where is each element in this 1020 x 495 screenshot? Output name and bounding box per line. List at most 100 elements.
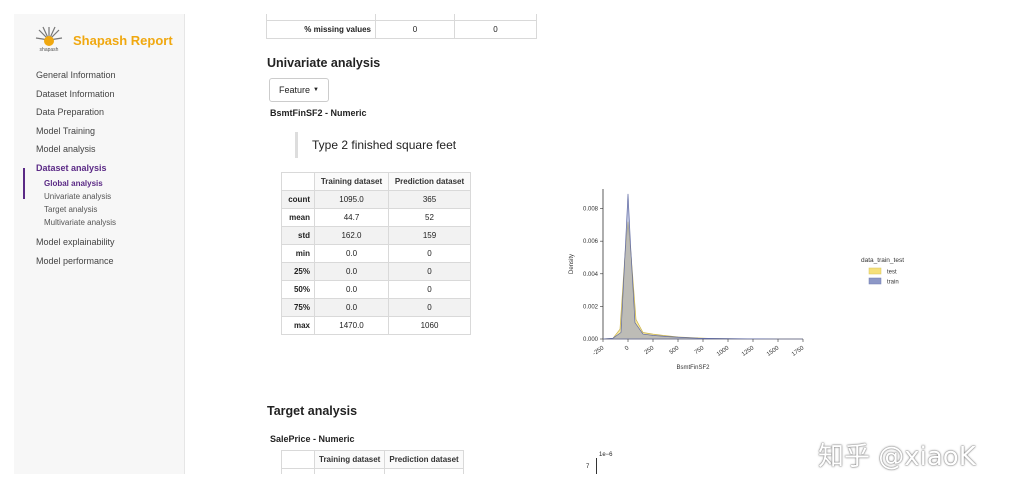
x-tick-label: 750 <box>694 345 706 356</box>
caret-down-icon: ▼ <box>313 87 319 93</box>
target-title: SalePrice - Numeric <box>270 434 355 444</box>
row-test-value: 0 <box>388 280 471 299</box>
sidebar-nav: General Information Dataset Information … <box>36 66 116 270</box>
feature-title: BsmtFinSF2 - Numeric <box>270 108 367 118</box>
legend-title: data_train_test <box>861 257 904 264</box>
chart-legend: data_train_test test train <box>861 257 904 286</box>
table-corner <box>281 450 315 469</box>
col-training: Training dataset <box>314 172 389 191</box>
row-stat-label: count <box>281 190 315 209</box>
target-chart-axis <box>596 458 597 474</box>
row-train-value: 0.0 <box>314 298 389 317</box>
x-tick-label: 1750 <box>791 345 806 358</box>
legend-swatch-train <box>868 277 882 285</box>
missing-values-test: 0 <box>454 20 537 39</box>
row-stat-label: 25% <box>281 262 315 281</box>
nav-model-training[interactable]: Model Training <box>36 122 116 141</box>
table-row: 50% 0.0 0 <box>281 280 471 299</box>
y-tick-label: 0.004 <box>583 272 599 278</box>
logo[interactable]: shapash Shapash Report <box>33 24 173 56</box>
x-tick-label: 1250 <box>741 345 756 358</box>
row-train-value: 1470.0 <box>314 316 389 335</box>
nav-dataset-analysis[interactable]: Dataset analysis <box>36 159 116 178</box>
y-tick-label: 0.000 <box>583 337 599 343</box>
feature-description: Type 2 finished square feet <box>295 132 456 158</box>
shapash-logo-icon: shapash <box>33 24 65 56</box>
x-tick-label: 1000 <box>716 345 731 358</box>
sidebar: shapash Shapash Report General Informati… <box>14 14 184 474</box>
legend-swatch-test <box>868 267 882 275</box>
x-tick-label: 250 <box>644 345 656 356</box>
univariate-stats-table: Training dataset Prediction dataset coun… <box>281 172 471 335</box>
y-tick-label: 0.002 <box>583 304 599 310</box>
table-row: max 1470.0 1060 <box>281 316 471 335</box>
report-window: shapash Shapash Report General Informati… <box>14 14 995 474</box>
logo-text: Shapash Report <box>73 32 173 48</box>
col-prediction: Prediction dataset <box>388 172 471 191</box>
row-train-value: 0.0 <box>314 280 389 299</box>
series-train <box>602 193 803 340</box>
missing-values-table: % missing values 0 0 <box>266 14 537 39</box>
missing-values-label: % missing values <box>266 20 376 39</box>
logo-small-text: shapash <box>40 47 59 53</box>
watermark: 知乎 @xiaoK <box>818 442 976 472</box>
legend-label-test: test <box>887 270 897 276</box>
target-col-prediction: Prediction dataset <box>384 450 464 469</box>
nav-model-performance[interactable]: Model performance <box>36 252 116 271</box>
row-train-value: 44.7 <box>314 208 389 227</box>
x-axis-label: BsmtFinSF2 <box>676 365 710 371</box>
row-test-value: 1060 <box>388 316 471 335</box>
row-test-value: 0 <box>388 298 471 317</box>
x-tick-label: 0 <box>624 345 631 352</box>
table-row: min 0.0 0 <box>281 244 471 263</box>
row-train-value: 162.0 <box>314 226 389 245</box>
distribution-chart: 0.000 0.002 0.004 0.006 0.008 -250 0 250 500 750 1… <box>569 189 806 371</box>
row-train-value: 1095.0 <box>314 190 389 209</box>
feature-dropdown-button[interactable]: Feature ▼ <box>269 78 329 102</box>
x-tick-label: 500 <box>669 345 681 356</box>
main-content: % missing values 0 0 Univariate analysis… <box>184 14 995 474</box>
row-stat-label: 50% <box>281 280 315 299</box>
nav-data-preparation[interactable]: Data Preparation <box>36 103 116 122</box>
nav-model-analysis[interactable]: Model analysis <box>36 140 116 159</box>
y-tick-label: 0.006 <box>583 239 599 245</box>
target-chart-tick: 7 <box>586 464 590 470</box>
row-train-value: 0.0 <box>314 244 389 263</box>
row-stat-label: 75% <box>281 298 315 317</box>
active-indicator <box>23 168 25 199</box>
y-axis-label: Density <box>569 254 575 274</box>
univariate-heading: Univariate analysis <box>267 56 381 70</box>
target-col-training: Training dataset <box>313 450 386 469</box>
table-corner <box>281 172 315 191</box>
row-train-value: 0.0 <box>314 262 389 281</box>
table-row: 75% 0.0 0 <box>281 298 471 317</box>
nav-multivariate-analysis[interactable]: Multivariate analysis <box>36 216 116 229</box>
table-row: mean 44.7 52 <box>281 208 471 227</box>
target-heading: Target analysis <box>267 404 358 418</box>
row-stat-label: min <box>281 244 315 263</box>
nav-dataset-information[interactable]: Dataset Information <box>36 85 116 104</box>
row-stat-label: max <box>281 316 315 335</box>
row-stat-label: mean <box>281 208 315 227</box>
legend-label-train: train <box>887 280 899 286</box>
target-stats-table: Training dataset Prediction dataset <box>281 450 464 474</box>
nav-general-information[interactable]: General Information <box>36 66 116 85</box>
feature-button-label: Feature <box>279 85 311 95</box>
x-tick-label: -250 <box>592 345 606 357</box>
y-tick-label: 0.008 <box>583 207 599 213</box>
row-test-value: 52 <box>388 208 471 227</box>
table-row: count 1095.0 365 <box>281 190 471 209</box>
nav-global-analysis[interactable]: Global analysis <box>36 177 116 190</box>
nav-model-explainability[interactable]: Model explainability <box>36 233 116 252</box>
row-test-value: 365 <box>388 190 471 209</box>
table-row: 25% 0.0 0 <box>281 262 471 281</box>
target-chart-scale: 1e−6 <box>599 452 613 458</box>
row-stat-label: std <box>281 226 315 245</box>
row-test-value: 159 <box>388 226 471 245</box>
table-row: std 162.0 159 <box>281 226 471 245</box>
nav-univariate-analysis[interactable]: Univariate analysis <box>36 190 116 203</box>
nav-target-analysis[interactable]: Target analysis <box>36 203 116 216</box>
row-test-value: 0 <box>388 244 471 263</box>
row-test-value: 0 <box>388 262 471 281</box>
missing-values-train: 0 <box>375 20 455 39</box>
